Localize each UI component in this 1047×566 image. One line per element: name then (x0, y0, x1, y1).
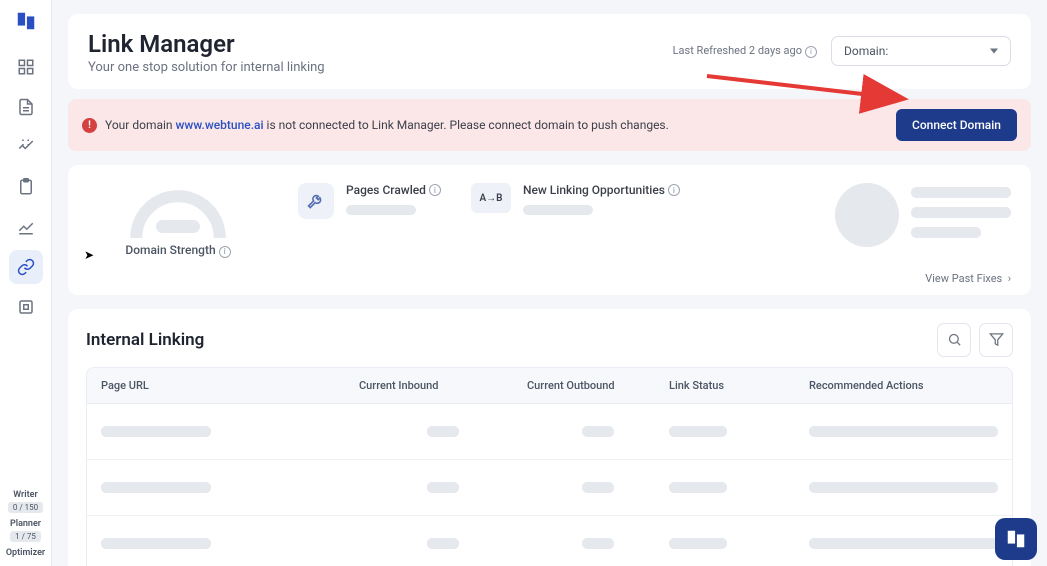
col-page-url: Page URL (101, 379, 359, 392)
linking-table: Page URL Current Inbound Current Outboun… (86, 367, 1013, 566)
nav-link-manager[interactable] (9, 250, 43, 284)
col-recommended: Recommended Actions (809, 379, 998, 392)
page-subtitle: Your one stop solution for internal link… (88, 60, 325, 75)
alert-domain-link[interactable]: www.webtune.ai (176, 118, 264, 132)
nav-magic[interactable] (9, 130, 43, 164)
nav-clipboard[interactable] (9, 170, 43, 204)
lines-skeleton (911, 183, 1011, 238)
page-title: Link Manager (88, 30, 325, 58)
sidebar: Writer 0 / 150 Planner 1 / 75 Optimizer (0, 0, 52, 566)
gauge-value-skeleton (156, 220, 200, 233)
col-status: Link Status (669, 379, 809, 392)
app-logo (15, 10, 37, 32)
writer-count: 0 / 150 (8, 502, 43, 513)
alert-error-icon: ! (82, 118, 97, 133)
last-refreshed-text: Last Refreshed 2 days agoi (673, 44, 817, 58)
main-content: Link Manager Your one stop solution for … (52, 0, 1047, 566)
pages-crawled-info-icon[interactable]: i (429, 184, 441, 196)
connect-alert: ! Your domain www.webtune.ai is not conn… (68, 99, 1031, 151)
nav-documents[interactable] (9, 90, 43, 124)
table-row (87, 516, 1012, 566)
new-linking-info-icon[interactable]: i (668, 184, 680, 196)
alert-text: Your domain www.webtune.ai is not connec… (105, 118, 669, 132)
refresh-info-icon[interactable]: i (805, 46, 817, 58)
pages-crawled-block: Pages Crawledi (298, 183, 441, 219)
nav-analytics[interactable] (9, 210, 43, 244)
connect-domain-button[interactable]: Connect Domain (896, 109, 1017, 141)
table-title: Internal Linking (86, 330, 204, 350)
circle-skeleton (835, 183, 899, 247)
stats-panel: Domain Strengthi Pages Crawledi A→B New … (68, 165, 1031, 295)
planner-count: 1 / 75 (10, 531, 41, 542)
new-linking-label: New Linking Opportunitiesi (523, 183, 680, 197)
table-row (87, 460, 1012, 516)
domain-strength-info-icon[interactable]: i (219, 246, 231, 258)
page-header: Link Manager Your one stop solution for … (68, 14, 1031, 89)
view-past-fixes-link[interactable]: View Past Fixes › (88, 272, 1011, 285)
domain-select[interactable]: Domain: (831, 36, 1011, 66)
search-button[interactable] (937, 323, 971, 357)
floating-help-button[interactable] (995, 518, 1037, 560)
pages-crawled-skeleton (346, 205, 416, 215)
ab-icon: A→B (471, 183, 511, 213)
wrench-icon (298, 183, 334, 219)
table-header-row: Page URL Current Inbound Current Outboun… (87, 368, 1012, 404)
internal-linking-card: Internal Linking Page URL Current Inboun… (68, 309, 1031, 566)
filter-button[interactable] (979, 323, 1013, 357)
col-outbound: Current Outbound (527, 379, 669, 392)
planner-label: Planner (0, 519, 51, 529)
summary-skeleton-block (835, 183, 1011, 247)
new-linking-block: A→B New Linking Opportunitiesi (471, 183, 680, 215)
optimizer-label: Optimizer (0, 548, 51, 558)
nav-settings[interactable] (9, 290, 43, 324)
domain-strength-label: Domain Strengthi (125, 243, 230, 258)
table-row (87, 404, 1012, 460)
new-linking-skeleton (523, 205, 593, 215)
domain-strength-block: Domain Strengthi (88, 183, 268, 258)
pages-crawled-label: Pages Crawledi (346, 183, 441, 197)
sidebar-usage: Writer 0 / 150 Planner 1 / 75 Optimizer (0, 484, 51, 566)
writer-label: Writer (0, 490, 51, 500)
nav-dashboard[interactable] (9, 50, 43, 84)
col-inbound: Current Inbound (359, 379, 527, 392)
